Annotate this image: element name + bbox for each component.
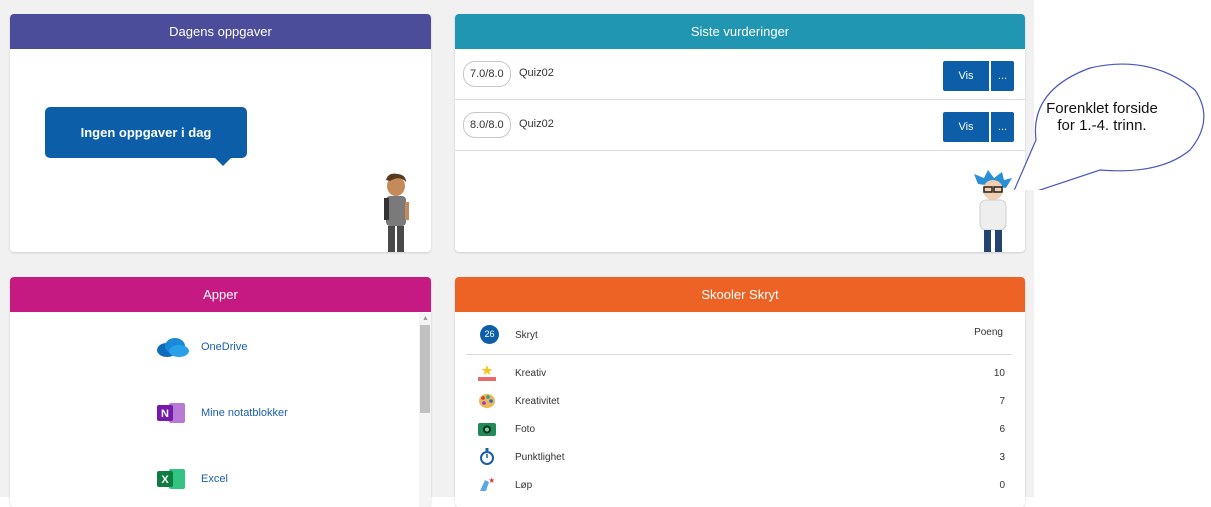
tasks-card-title: Dagens oppgaver <box>10 14 431 49</box>
svg-text:X: X <box>161 474 169 486</box>
callout-line-1: Forenklet forside <box>1046 100 1158 117</box>
palette-icon <box>479 394 495 408</box>
brag-row: Foto 6 <box>455 420 1025 440</box>
brag-card: Skooler Skryt 26 Skryt Poeng Kreativ 10 … <box>455 277 1025 507</box>
brag-column-label: Skryt <box>515 330 538 341</box>
assessment-row: 7.0/8.0 Quiz02 Vis ... <box>455 50 1025 100</box>
app-item-excel[interactable]: X Excel <box>155 467 228 491</box>
points-column-label: Poeng <box>974 327 1003 338</box>
brag-header-row: 26 Skryt Poeng <box>466 323 1012 355</box>
excel-icon: X <box>157 469 185 489</box>
podium-star-icon <box>478 365 496 381</box>
brag-label: Foto <box>515 424 536 435</box>
tasks-card: Dagens oppgaver Ingen oppgaver i dag <box>10 14 431 252</box>
assessments-card-title: Siste vurderinger <box>455 14 1025 49</box>
view-assessment-button[interactable]: Vis <box>943 61 989 91</box>
student-character-illustration <box>384 173 409 252</box>
app-label: Mine notatblokker <box>201 407 288 419</box>
brag-row: Kreativ 10 <box>455 364 1025 384</box>
apps-card-title: Apper <box>10 277 431 312</box>
brag-points: 7 <box>999 396 1005 407</box>
brag-count-badge: 26 <box>480 325 499 344</box>
onenote-icon: N <box>157 403 185 423</box>
brag-points: 6 <box>999 424 1005 435</box>
app-label: Excel <box>201 473 228 485</box>
app-item-notebooks[interactable]: N Mine notatblokker <box>155 401 288 425</box>
no-tasks-message: Ingen oppgaver i dag <box>45 107 247 166</box>
camera-icon <box>478 423 496 436</box>
app-label: OneDrive <box>201 341 248 353</box>
view-assessment-button[interactable]: Vis <box>943 112 989 142</box>
brag-points: 10 <box>993 368 1005 379</box>
brag-row: Løp 0 <box>455 476 1025 496</box>
brag-label: Kreativ <box>515 368 547 379</box>
brag-points: 3 <box>999 452 1005 463</box>
stopwatch-icon <box>480 448 494 465</box>
onedrive-icon <box>157 338 189 357</box>
callout-line-2: for 1.-4. trinn. <box>1057 117 1147 134</box>
running-shoe-icon <box>480 477 495 491</box>
brag-label: Løp <box>515 480 533 491</box>
brag-row: Kreativitet 7 <box>455 392 1025 412</box>
callout-text: Forenklet forside for 1.-4. trinn. <box>1040 100 1164 134</box>
assessment-score: 7.0/8.0 <box>463 61 511 87</box>
brag-label: Kreativitet <box>515 396 560 407</box>
assessment-score: 8.0/8.0 <box>463 112 511 138</box>
brag-card-title: Skooler Skryt <box>455 277 1025 312</box>
assessment-name: Quiz02 <box>519 118 554 130</box>
apps-scrollbar[interactable]: ▲ <box>419 313 431 507</box>
brag-points: 0 <box>999 480 1005 491</box>
apps-scrollbar-thumb[interactable] <box>420 325 430 413</box>
assessments-card: Siste vurderinger 7.0/8.0 Quiz02 Vis ...… <box>455 14 1025 252</box>
brag-row: Punktlighet 3 <box>455 448 1025 468</box>
apps-card: Apper OneDrive N Mine notatblokker X Exc… <box>10 277 431 507</box>
svg-text:N: N <box>161 408 169 420</box>
assessment-name: Quiz02 <box>519 67 554 79</box>
app-item-onedrive[interactable]: OneDrive <box>155 335 247 359</box>
brag-label: Punktlighet <box>515 452 565 463</box>
scroll-up-arrow-icon[interactable]: ▲ <box>422 315 429 322</box>
assessment-row: 8.0/8.0 Quiz02 Vis ... <box>455 101 1025 151</box>
